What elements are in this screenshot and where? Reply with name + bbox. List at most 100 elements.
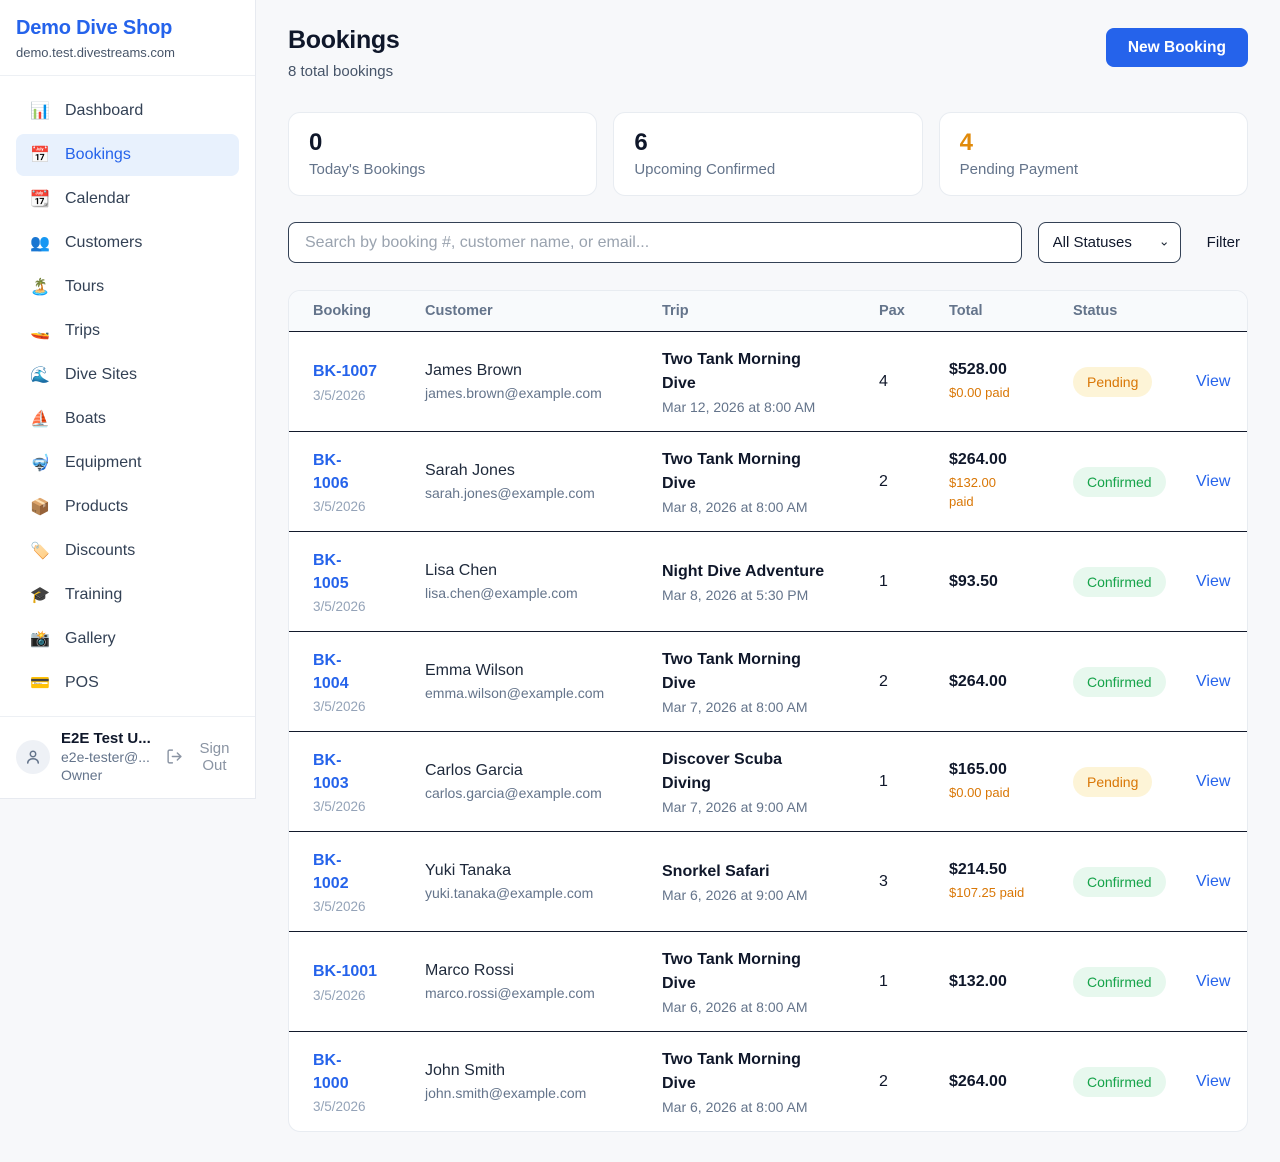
trip-name: Two Tank Morning Dive <box>662 348 865 396</box>
trip-datetime: Mar 6, 2026 at 8:00 AM <box>662 1099 865 1115</box>
view-link[interactable]: View <box>1196 873 1230 890</box>
sidebar-item-label: Equipment <box>65 454 142 472</box>
total-amount: $528.00 <box>949 361 1059 379</box>
trip-name: Two Tank Morning Dive <box>662 1048 865 1096</box>
pax-count: 2 <box>879 1073 949 1091</box>
sidebar-item-calendar[interactable]: 📆Calendar <box>16 178 239 220</box>
total-amount: $132.00 <box>949 973 1059 991</box>
pax-count: 1 <box>879 973 949 991</box>
total-amount: $264.00 <box>949 1073 1059 1091</box>
search-input[interactable] <box>288 222 1022 263</box>
total-amount: $165.00 <box>949 761 1059 779</box>
sidebar-item-dashboard[interactable]: 📊Dashboard <box>16 90 239 132</box>
customer-email: emma.wilson@example.com <box>425 685 648 701</box>
sidebar-item-tours[interactable]: 🏝️Tours <box>16 266 239 308</box>
sidebar-item-training[interactable]: 🎓Training <box>16 574 239 616</box>
booking-id-link[interactable]: BK-1007 <box>313 360 377 383</box>
total-amount: $264.00 <box>949 451 1059 469</box>
booking-date: 3/5/2026 <box>313 799 411 814</box>
user-name: E2E Test U... <box>61 730 155 747</box>
status-badge: Confirmed <box>1073 667 1166 697</box>
status-filter-select[interactable]: All Statuses <box>1038 222 1181 263</box>
booking-id-link[interactable]: BK- 1004 <box>313 649 349 695</box>
sidebar-item-gallery[interactable]: 📸Gallery <box>16 618 239 660</box>
table-row: BK- 10063/5/2026 Sarah Jonessarah.jones@… <box>289 431 1247 531</box>
stat-value: 4 <box>960 130 1227 156</box>
column-header-total: Total <box>949 303 1073 319</box>
pax-count: 2 <box>879 673 949 691</box>
customer-name: John Smith <box>425 1062 648 1080</box>
view-link[interactable]: View <box>1196 373 1230 390</box>
status-badge: Confirmed <box>1073 867 1166 897</box>
sidebar-item-products[interactable]: 📦Products <box>16 486 239 528</box>
stat-value: 0 <box>309 130 576 156</box>
user-email: e2e-tester@... <box>61 749 155 765</box>
booking-id-link[interactable]: BK- 1006 <box>313 449 349 495</box>
status-badge: Confirmed <box>1073 567 1166 597</box>
filter-row: All Statuses ⌄ Filter <box>288 222 1248 263</box>
total-amount: $264.00 <box>949 673 1059 691</box>
status-badge: Pending <box>1073 367 1152 397</box>
table-row: BK- 10043/5/2026 Emma Wilsonemma.wilson@… <box>289 631 1247 731</box>
filter-button[interactable]: Filter <box>1207 234 1240 251</box>
training-icon: 🎓 <box>30 585 50 605</box>
stat-card-todays-bookings: 0 Today's Bookings <box>288 112 597 196</box>
gallery-icon: 📸 <box>30 629 50 649</box>
total-amount: $93.50 <box>949 573 1059 591</box>
trip-datetime: Mar 6, 2026 at 8:00 AM <box>662 999 865 1015</box>
sidebar-item-equipment[interactable]: 🤿Equipment <box>16 442 239 484</box>
customers-icon: 👥 <box>30 233 50 253</box>
sidebar-item-trips[interactable]: 🚤Trips <box>16 310 239 352</box>
trip-datetime: Mar 7, 2026 at 9:00 AM <box>662 799 865 815</box>
booking-id-link[interactable]: BK- 1002 <box>313 849 349 895</box>
bookings-table: Booking Customer Trip Pax Total Status B… <box>288 290 1248 1132</box>
dive-sites-icon: 🌊 <box>30 365 50 385</box>
booking-id-link[interactable]: BK- 1000 <box>313 1049 349 1095</box>
booking-id-link[interactable]: BK- 1005 <box>313 549 349 595</box>
column-header-booking: Booking <box>313 303 425 319</box>
booking-id-link[interactable]: BK-1001 <box>313 960 377 983</box>
view-link[interactable]: View <box>1196 673 1230 690</box>
pos-icon: 💳 <box>30 673 50 693</box>
view-link[interactable]: View <box>1196 973 1230 990</box>
table-row: BK- 10033/5/2026 Carlos Garciacarlos.gar… <box>289 731 1247 831</box>
view-link[interactable]: View <box>1196 1073 1230 1090</box>
stat-card-pending-payment: 4 Pending Payment <box>939 112 1248 196</box>
customer-email: james.brown@example.com <box>425 385 648 401</box>
trip-name: Snorkel Safari <box>662 860 865 884</box>
column-header-trip: Trip <box>662 303 879 319</box>
stat-label: Today's Bookings <box>309 161 576 178</box>
paid-amount: $0.00 paid <box>949 384 1059 403</box>
customer-email: marco.rossi@example.com <box>425 985 648 1001</box>
pax-count: 3 <box>879 873 949 891</box>
sidebar: Demo Dive Shop demo.test.divestreams.com… <box>0 0 256 799</box>
trip-datetime: Mar 8, 2026 at 5:30 PM <box>662 587 865 603</box>
sign-out-label: Sign Out <box>190 740 239 774</box>
customer-email: john.smith@example.com <box>425 1085 648 1101</box>
new-booking-button[interactable]: New Booking <box>1106 28 1248 67</box>
view-link[interactable]: View <box>1196 473 1230 490</box>
sidebar-item-label: Bookings <box>65 146 131 164</box>
sidebar-item-customers[interactable]: 👥Customers <box>16 222 239 264</box>
customer-name: Sarah Jones <box>425 462 648 480</box>
bookings-icon: 📅 <box>30 145 50 165</box>
customer-name: Marco Rossi <box>425 962 648 980</box>
column-header-customer: Customer <box>425 303 662 319</box>
sidebar-item-discounts[interactable]: 🏷️Discounts <box>16 530 239 572</box>
view-link[interactable]: View <box>1196 573 1230 590</box>
page-subtitle: 8 total bookings <box>288 63 400 80</box>
table-row: BK- 10023/5/2026 Yuki Tanakayuki.tanaka@… <box>289 831 1247 931</box>
sign-out-button[interactable]: Sign Out <box>166 740 239 774</box>
shop-name: Demo Dive Shop <box>16 17 239 40</box>
view-link[interactable]: View <box>1196 773 1230 790</box>
sidebar-item-boats[interactable]: ⛵Boats <box>16 398 239 440</box>
sidebar-item-dive-sites[interactable]: 🌊Dive Sites <box>16 354 239 396</box>
trip-datetime: Mar 8, 2026 at 8:00 AM <box>662 499 865 515</box>
trip-name: Two Tank Morning Dive <box>662 648 865 696</box>
booking-id-link[interactable]: BK- 1003 <box>313 749 349 795</box>
sidebar-item-bookings[interactable]: 📅 Bookings <box>16 134 239 176</box>
sidebar-item-pos[interactable]: 💳POS <box>16 662 239 704</box>
customer-name: Yuki Tanaka <box>425 862 648 880</box>
table-row: BK-10073/5/2026 James Brownjames.brown@e… <box>289 331 1247 431</box>
table-row: BK- 10053/5/2026 Lisa Chenlisa.chen@exam… <box>289 531 1247 631</box>
